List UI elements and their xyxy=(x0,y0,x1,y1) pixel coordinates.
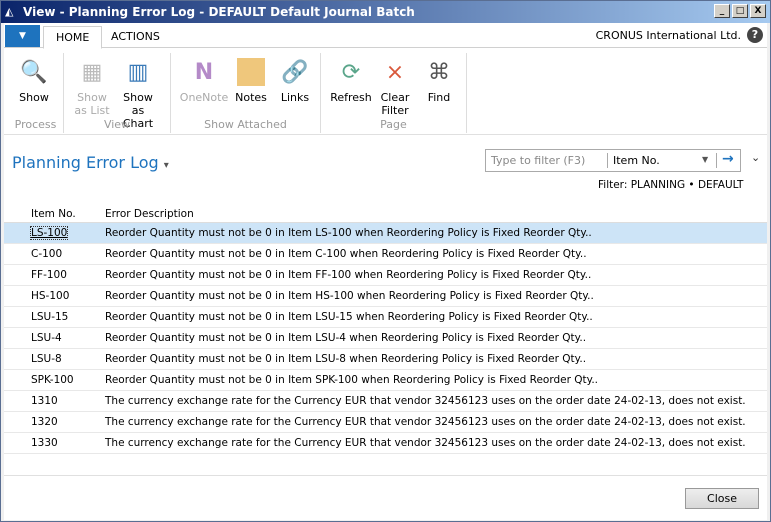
table-row[interactable]: LSU-8 Reorder Quantity must not be 0 in I… xyxy=(4,349,767,370)
item-no-cell[interactable]: 1310 xyxy=(31,395,58,407)
window-title: View - Planning Error Log - DEFAULT Defa… xyxy=(23,5,415,19)
group-page: ⟳ Refresh ⨯ Clear Filter ⌘ Find Page xyxy=(321,53,467,133)
onenote-label: OneNote xyxy=(179,91,229,104)
chart-icon: ▥ xyxy=(127,59,149,85)
clear-filter-label: Clear Filter xyxy=(380,91,410,117)
ribbon: 🔍 Show Process ▦ Show as List ▥ Show as Cha… xyxy=(4,49,767,135)
error-description-cell: The currency exchange rate for the Curre… xyxy=(105,416,746,428)
filter-box: Type to filter (F3) Item No. ▼ → xyxy=(485,149,741,172)
filter-field-select[interactable]: Item No. xyxy=(613,154,660,167)
header-error-description[interactable]: Error Description xyxy=(105,208,194,220)
onenote-button[interactable]: N OneNote xyxy=(179,57,229,104)
error-description-cell: The currency exchange rate for the Curre… xyxy=(105,395,746,407)
table-row[interactable]: C-100 Reorder Quantity must not be 0 in I… xyxy=(4,244,767,265)
item-no-cell[interactable]: LSU-15 xyxy=(31,311,68,323)
clear-filter-icon: ⨯ xyxy=(385,59,405,85)
item-no-cell[interactable]: LSU-8 xyxy=(31,353,62,365)
app-logo-icon: ◭ xyxy=(5,5,14,18)
item-no-cell[interactable]: C-100 xyxy=(31,248,62,260)
show-as-list-label: Show as List xyxy=(74,91,110,117)
expand-chevron-icon[interactable]: ⌄ xyxy=(751,151,760,164)
refresh-button[interactable]: ⟳ Refresh xyxy=(329,57,373,104)
error-description-cell: The currency exchange rate for the Curre… xyxy=(105,437,746,449)
item-no-cell[interactable]: SPK-100 xyxy=(31,374,74,386)
group-view: ▦ Show as List ▥ Show as Chart View xyxy=(64,53,171,133)
table-row[interactable]: HS-100 Reorder Quantity must not be 0 in … xyxy=(4,286,767,307)
links-label: Links xyxy=(280,91,310,104)
item-no-cell[interactable]: LSU-4 xyxy=(31,332,62,344)
group-label: Process xyxy=(14,118,57,131)
item-no-cell[interactable]: FF-100 xyxy=(31,269,67,281)
links-icon: 🔗 xyxy=(281,59,309,85)
error-table: Item No. Error Description LS-100 Reorder… xyxy=(4,203,767,454)
item-no-cell[interactable]: 1320 xyxy=(31,416,58,428)
table-row[interactable]: FF-100 Reorder Quantity must not be 0 in … xyxy=(4,265,767,286)
filter-input[interactable]: Type to filter (F3) xyxy=(491,154,585,167)
header-item-no[interactable]: Item No. xyxy=(31,208,76,220)
title-bar: ◭ View - Planning Error Log - DEFAULT De… xyxy=(1,1,770,23)
table-header: Item No. Error Description xyxy=(4,203,767,223)
table-row[interactable]: 1320 The currency exchange rate for the C… xyxy=(4,412,767,433)
error-description-cell: Reorder Quantity must not be 0 in Item L… xyxy=(105,311,593,323)
error-description-cell: Reorder Quantity must not be 0 in Item S… xyxy=(105,374,599,386)
minimize-button[interactable]: _ xyxy=(714,4,730,18)
error-description-cell: Reorder Quantity must not be 0 in Item L… xyxy=(105,353,587,365)
notes-icon xyxy=(236,57,266,87)
error-description-cell: Reorder Quantity must not be 0 in Item L… xyxy=(105,227,592,239)
table-row[interactable]: LSU-15 Reorder Quantity must not be 0 in … xyxy=(4,307,767,328)
error-description-cell: Reorder Quantity must not be 0 in Item H… xyxy=(105,290,594,302)
table-row[interactable]: 1330 The currency exchange rate for the C… xyxy=(4,433,767,454)
close-window-button[interactable]: X xyxy=(750,4,766,18)
table-row[interactable]: SPK-100 Reorder Quantity must not be 0 in… xyxy=(4,370,767,391)
clear-filter-button[interactable]: ⨯ Clear Filter xyxy=(373,57,417,117)
find-label: Find xyxy=(427,91,451,104)
refresh-icon: ⟳ xyxy=(341,59,361,85)
links-button[interactable]: 🔗 Links xyxy=(273,57,317,104)
notes-button[interactable]: Notes xyxy=(229,57,273,104)
close-button[interactable]: Close xyxy=(685,488,759,509)
page-title[interactable]: Planning Error Log ▾ xyxy=(12,153,169,172)
window: ◭ View - Planning Error Log - DEFAULT De… xyxy=(0,0,771,522)
dropdown-icon[interactable]: ▼ xyxy=(702,155,708,164)
apply-filter-arrow-icon[interactable]: → xyxy=(722,151,734,167)
show-button[interactable]: 🔍 Show xyxy=(12,57,56,104)
group-label: Page xyxy=(380,118,407,131)
company-name: CRONUS International Ltd. xyxy=(595,29,741,42)
item-no-cell[interactable]: HS-100 xyxy=(31,290,69,302)
tab-home[interactable]: HOME xyxy=(43,26,103,49)
item-no-cell[interactable]: LS-100 xyxy=(29,226,69,240)
page-title-text: Planning Error Log xyxy=(12,153,159,172)
error-description-cell: Reorder Quantity must not be 0 in Item C… xyxy=(105,248,587,260)
show-as-list-button[interactable]: ▦ Show as List xyxy=(70,57,114,117)
applied-filter: Filter: PLANNING • DEFAULT xyxy=(598,179,744,191)
error-description-cell: Reorder Quantity must not be 0 in Item F… xyxy=(105,269,592,281)
onenote-icon: N xyxy=(194,59,214,85)
app-menu-button[interactable]: ▼ xyxy=(5,25,40,47)
item-no-cell[interactable]: 1330 xyxy=(31,437,58,449)
chevron-down-icon: ▾ xyxy=(163,160,169,171)
show-label: Show xyxy=(19,91,49,104)
group-label: View xyxy=(103,118,131,131)
refresh-label: Refresh xyxy=(330,91,372,104)
notes-label: Notes xyxy=(235,91,267,104)
help-icon[interactable]: ? xyxy=(747,27,763,43)
group-process: 🔍 Show Process xyxy=(8,53,64,133)
list-icon: ▦ xyxy=(81,59,103,85)
group-show-attached: N OneNote Notes 🔗 Links Show Attached xyxy=(171,53,321,133)
find-button[interactable]: ⌘ Find xyxy=(417,57,461,104)
error-description-cell: Reorder Quantity must not be 0 in Item L… xyxy=(105,332,587,344)
table-row[interactable]: 1310 The currency exchange rate for the C… xyxy=(4,391,767,412)
group-label: Show Attached xyxy=(204,118,287,131)
maximize-button[interactable]: □ xyxy=(732,4,748,18)
table-row[interactable]: LSU-4 Reorder Quantity must not be 0 in I… xyxy=(4,328,767,349)
table-row[interactable]: LS-100 Reorder Quantity must not be 0 in … xyxy=(4,223,767,244)
tab-actions[interactable]: ACTIONS xyxy=(99,26,172,49)
show-icon: 🔍 xyxy=(20,59,48,85)
binoculars-icon: ⌘ xyxy=(428,59,450,85)
